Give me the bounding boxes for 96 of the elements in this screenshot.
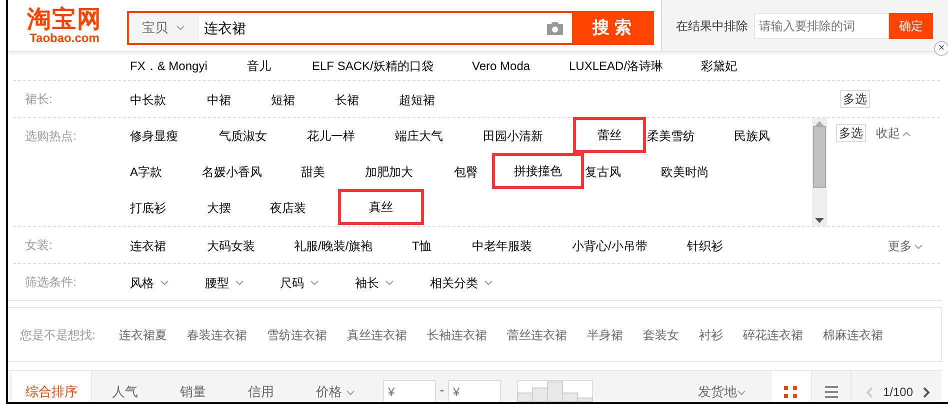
suggest-link[interactable]: 半身裙: [587, 326, 623, 344]
caret-icon: [484, 280, 493, 286]
multi-select-button[interactable]: 多选: [836, 124, 866, 142]
filter-option[interactable]: 端庄大气: [391, 122, 479, 150]
caret-icon: [160, 280, 169, 286]
location-dropdown[interactable]: 发货地: [698, 371, 772, 402]
suggest-link[interactable]: 蕾丝连衣裙: [507, 326, 567, 344]
sort-tab[interactable]: 信用: [228, 371, 296, 402]
sort-tab[interactable]: 销量: [160, 371, 228, 402]
filter-option[interactable]: 大摆: [203, 194, 266, 222]
next-page-icon[interactable]: [923, 386, 930, 398]
grid-view-button[interactable]: [772, 371, 812, 402]
filter-option[interactable]: A字款: [126, 158, 198, 186]
toggle-link[interactable]: 收起: [876, 124, 911, 142]
filter-option[interactable]: FX．& Mongyi: [126, 55, 243, 77]
scroll-down-icon[interactable]: [815, 218, 824, 223]
caret-icon: [235, 280, 244, 286]
camera-icon[interactable]: [546, 21, 564, 36]
filter-option[interactable]: 拼接撞色: [495, 156, 581, 186]
filter-option[interactable]: 欧美时尚: [657, 158, 737, 186]
filter-label: 筛选条件:: [24, 274, 78, 291]
price-max-field[interactable]: ¥: [448, 380, 501, 402]
suggest-label: 您是不是想找:: [19, 326, 96, 344]
caret-icon: [310, 280, 319, 286]
filter-option[interactable]: 柔美雪纺: [643, 122, 730, 150]
filter-option[interactable]: 大码女装: [203, 231, 290, 260]
filter-option[interactable]: 甜美: [297, 158, 361, 186]
chevron-down-icon: [914, 244, 923, 250]
close-button[interactable]: ×: [934, 41, 948, 56]
filter-option[interactable]: Vero Moda: [468, 55, 565, 77]
price-histogram-icon[interactable]: [517, 380, 593, 402]
scrollbar-thumb[interactable]: [813, 126, 826, 188]
filter-option[interactable]: 田园小清新: [479, 122, 576, 150]
scope-dropdown[interactable]: 宝贝: [129, 13, 199, 43]
logo-domain: Taobao.com: [30, 32, 100, 44]
grid-view-icon: [784, 386, 798, 398]
filter-label: 女装:: [24, 237, 54, 254]
filter-option[interactable]: 花儿一样: [303, 122, 391, 150]
suggest-link[interactable]: 套装女: [643, 326, 679, 344]
caret-icon: [176, 25, 185, 31]
filter-option[interactable]: 相关分类: [426, 268, 501, 297]
filter-option[interactable]: 名媛小香风: [198, 158, 297, 186]
scrollbar[interactable]: [812, 118, 827, 226]
filter-option[interactable]: 连衣裙: [126, 231, 203, 260]
suggest-link[interactable]: 雪纺连衣裙: [267, 326, 327, 344]
toggle-link[interactable]: 更多: [888, 237, 923, 255]
filter-option[interactable]: 真丝: [341, 192, 421, 222]
filter-option[interactable]: 气质淑女: [215, 122, 303, 150]
caret-icon: [736, 390, 746, 396]
filter-option[interactable]: 小背心/小吊带: [568, 231, 683, 260]
filter-option[interactable]: 长裙: [331, 85, 395, 114]
filter-option[interactable]: 夜店装: [266, 194, 341, 222]
sort-tab[interactable]: 价格: [296, 371, 377, 402]
filter-option[interactable]: 袖长: [351, 268, 426, 297]
filter-label: 裙长:: [24, 91, 54, 108]
list-view-icon: [824, 386, 838, 398]
suggest-link[interactable]: 长袖连衣裙: [427, 326, 487, 344]
filter-option[interactable]: LUXLEAD/洛诗琳: [565, 55, 697, 77]
filter-option[interactable]: 打底衫: [126, 194, 203, 222]
filter-option[interactable]: 音儿: [243, 55, 308, 77]
suggest-link[interactable]: 真丝连衣裙: [347, 326, 407, 344]
price-separator: -: [440, 382, 444, 399]
filter-option[interactable]: 中长款: [126, 85, 203, 114]
sort-tab[interactable]: 人气: [92, 371, 160, 402]
caret-icon: [385, 280, 394, 286]
suggest-link[interactable]: 衬衫: [699, 326, 723, 344]
filter-option[interactable]: 针织衫: [683, 231, 763, 260]
exclude-label: 在结果中排除: [676, 18, 748, 34]
suggest-link[interactable]: 连衣裙夏: [119, 326, 167, 344]
filter-label: 选购热点:: [24, 128, 78, 145]
filter-option[interactable]: 礼服/晚装/旗袍: [290, 231, 408, 260]
filter-option[interactable]: 腰型: [201, 268, 276, 297]
suggest-link[interactable]: 春装连衣裙: [187, 326, 247, 344]
filter-option[interactable]: 中老年服装: [468, 231, 568, 260]
suggest-link[interactable]: 碎花连衣裙: [743, 326, 803, 344]
filter-option[interactable]: 尺码: [276, 268, 351, 297]
page-indicator: 1/100: [882, 384, 913, 401]
filter-option[interactable]: 民族风: [730, 122, 810, 150]
filter-option[interactable]: 短裙: [267, 85, 331, 114]
price-min-field[interactable]: ¥: [383, 380, 436, 402]
exclude-field[interactable]: 请输入要排除的词: [754, 12, 889, 38]
filter-option[interactable]: T恤: [408, 231, 468, 260]
suggest-link[interactable]: 棉麻连衣裙: [823, 326, 883, 344]
multi-select-button[interactable]: 多选: [840, 90, 870, 108]
filter-option[interactable]: 复古风: [581, 158, 657, 186]
filter-option[interactable]: 中裙: [203, 85, 267, 114]
previous-page-icon[interactable]: [866, 386, 873, 398]
filter-option[interactable]: 彩黛妃: [697, 55, 757, 77]
filter-option[interactable]: 加肥加大: [361, 158, 450, 186]
chevron-up-icon: [902, 130, 911, 137]
filter-option[interactable]: 风格: [126, 268, 201, 297]
filter-option[interactable]: 超短裙: [395, 85, 465, 114]
filter-option[interactable]: 蕾丝: [576, 120, 643, 150]
filter-option[interactable]: 包臀: [450, 158, 495, 186]
filter-option[interactable]: 修身显瘦: [126, 122, 215, 150]
filter-option[interactable]: ELF SACK/妖精的口袋: [308, 55, 468, 77]
